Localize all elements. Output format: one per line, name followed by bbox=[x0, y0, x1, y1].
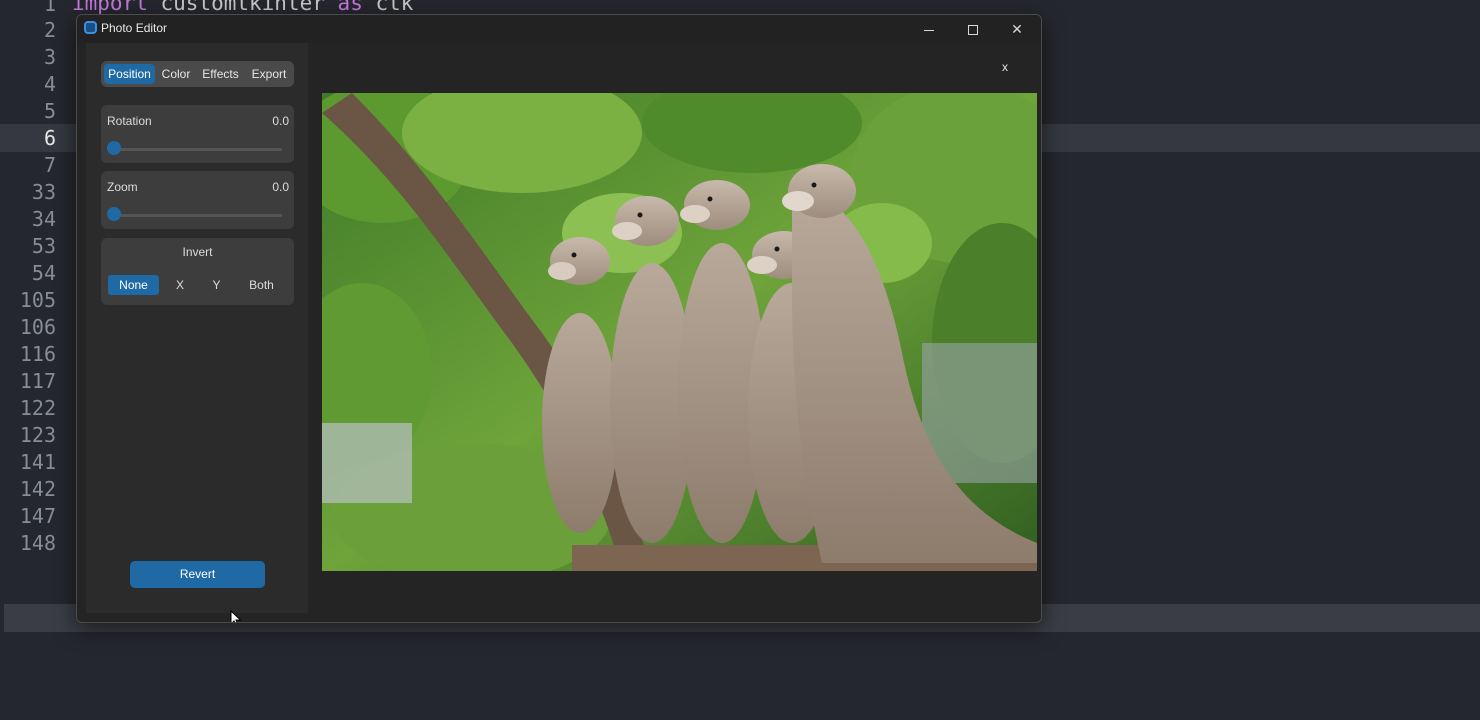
rotation-value: 0.0 bbox=[272, 114, 289, 128]
image-canvas[interactable] bbox=[322, 93, 1037, 571]
line-number: 34 bbox=[31, 207, 56, 231]
line-number: 33 bbox=[31, 180, 56, 204]
window-title: Photo Editor bbox=[101, 21, 168, 35]
revert-button[interactable]: Revert bbox=[130, 561, 265, 588]
line-number: 3 bbox=[43, 45, 56, 69]
rotation-slider-handle[interactable] bbox=[107, 141, 121, 155]
minimize-icon bbox=[924, 29, 934, 31]
line-number: 105 bbox=[19, 288, 56, 312]
line-number: 123 bbox=[19, 423, 56, 447]
tab-export[interactable]: Export bbox=[247, 64, 291, 84]
maximize-button[interactable] bbox=[951, 15, 995, 43]
otters-photo bbox=[322, 93, 1037, 571]
photo-editor-window: Photo Editor ✕ Position Color Effects Ex… bbox=[76, 14, 1042, 623]
line-number: 116 bbox=[19, 342, 56, 366]
line-number: 5 bbox=[43, 99, 56, 123]
line-number-active: 6 bbox=[43, 126, 56, 150]
line-number: 147 bbox=[19, 504, 56, 528]
rotation-slider-track[interactable] bbox=[113, 148, 282, 151]
line-number: 106 bbox=[19, 315, 56, 339]
sidebar: Position Color Effects Export Rotation 0… bbox=[86, 43, 308, 622]
invert-option-y[interactable]: Y bbox=[203, 275, 230, 295]
line-number: 148 bbox=[19, 531, 56, 555]
zoom-slider-track[interactable] bbox=[113, 214, 282, 217]
invert-option-x[interactable]: X bbox=[167, 275, 193, 295]
title-bar[interactable]: Photo Editor ✕ bbox=[77, 15, 1041, 43]
line-number: 2 bbox=[43, 18, 56, 42]
maximize-icon bbox=[968, 25, 978, 36]
invert-option-none[interactable]: None bbox=[108, 275, 159, 295]
tab-color[interactable]: Color bbox=[158, 64, 194, 84]
zoom-slider-handle[interactable] bbox=[107, 207, 121, 221]
zoom-label: Zoom bbox=[107, 180, 138, 194]
close-icon: ✕ bbox=[1011, 21, 1023, 37]
invert-label: Invert bbox=[182, 245, 213, 259]
zoom-value: 0.0 bbox=[272, 180, 289, 194]
tab-effects[interactable]: Effects bbox=[197, 64, 244, 84]
line-number: 54 bbox=[31, 261, 56, 285]
mouse-cursor-icon bbox=[230, 610, 242, 622]
line-number: 117 bbox=[19, 369, 56, 393]
close-window-button[interactable]: ✕ bbox=[995, 15, 1039, 43]
line-number: 122 bbox=[19, 396, 56, 420]
rotation-panel: Rotation 0.0 bbox=[101, 105, 294, 163]
line-number: 1 bbox=[43, 0, 56, 16]
close-image-button[interactable]: x bbox=[1002, 60, 1008, 74]
tab-bar: Position Color Effects Export bbox=[101, 61, 294, 87]
invert-panel: Invert None X Y Both bbox=[101, 238, 294, 305]
invert-option-both[interactable]: Both bbox=[238, 275, 285, 295]
line-number: 53 bbox=[31, 234, 56, 258]
tab-position[interactable]: Position bbox=[104, 64, 155, 84]
zoom-panel: Zoom 0.0 bbox=[101, 171, 294, 229]
app-icon bbox=[84, 21, 97, 34]
line-number: 142 bbox=[19, 477, 56, 501]
rotation-label: Rotation bbox=[107, 114, 152, 128]
line-number: 7 bbox=[43, 153, 56, 177]
minimize-button[interactable] bbox=[907, 15, 951, 43]
line-number: 4 bbox=[43, 72, 56, 96]
line-number: 141 bbox=[19, 450, 56, 474]
